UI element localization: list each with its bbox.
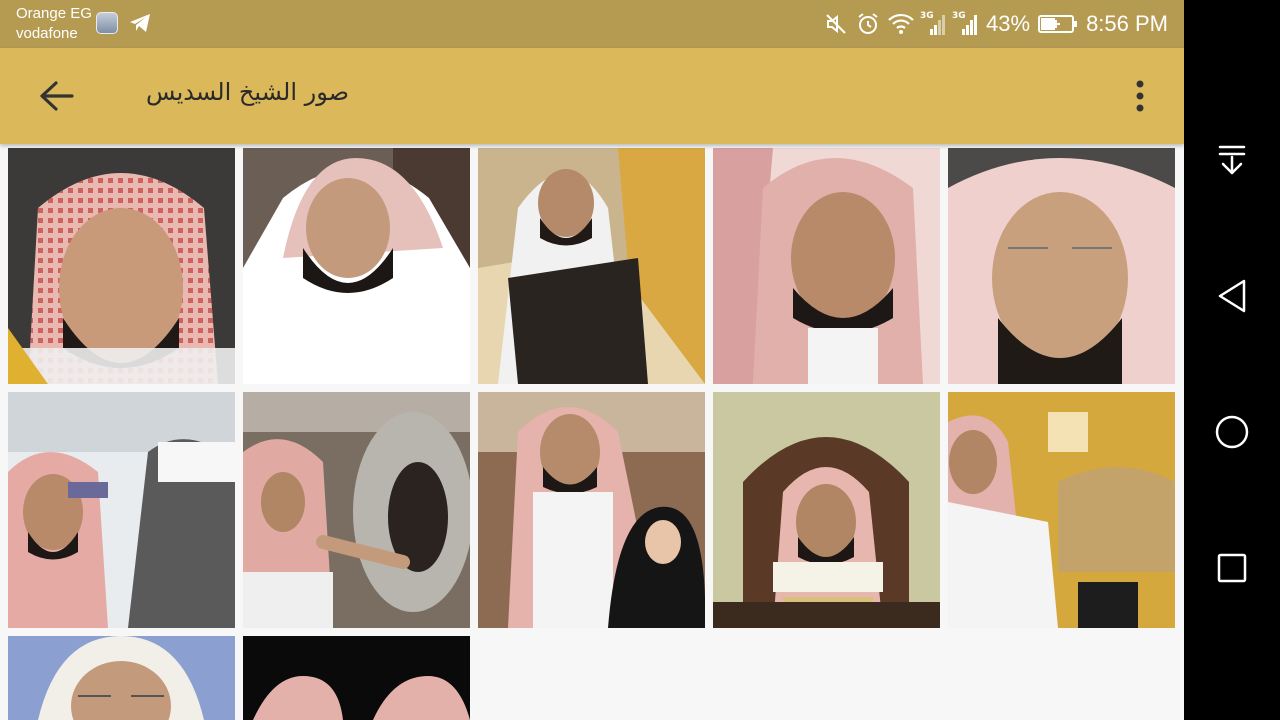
nav-home-button[interactable] [1212, 412, 1252, 452]
battery-charging-icon [1038, 15, 1078, 33]
gallery-image-3[interactable] [478, 148, 705, 384]
photo-image-7 [243, 392, 470, 628]
portrait-image-1 [8, 148, 235, 384]
portrait-image-3 [478, 148, 705, 384]
photo-image-10 [948, 392, 1175, 628]
carrier-2: vodafone [16, 25, 78, 42]
gallery-image-12[interactable] [243, 636, 470, 720]
arrow-back-icon [40, 81, 74, 111]
recents-square-icon [1217, 553, 1247, 583]
notification-collapse-icon [1218, 145, 1246, 175]
portrait-image-4 [713, 148, 940, 384]
home-circle-icon [1215, 415, 1249, 449]
gallery-image-1[interactable] [8, 148, 235, 384]
notification-collapse-button[interactable] [1212, 140, 1252, 180]
more-vert-icon [1136, 80, 1144, 112]
signal-2: 3G [952, 11, 978, 35]
gallery-image-5[interactable] [948, 148, 1175, 384]
status-icons: 3G 3G 43% 8:56 PM [824, 0, 1168, 48]
app-notification-icon [96, 12, 118, 34]
gallery-image-2[interactable] [243, 148, 470, 384]
gallery-image-11[interactable] [8, 636, 235, 720]
status-bar: Orange EG vodafone 3G 3G 43% 8:56 PM [0, 0, 1184, 48]
alarm-icon [858, 13, 878, 34]
photo-image-8 [478, 392, 705, 628]
clock: 8:56 PM [1086, 11, 1168, 36]
carrier-1: Orange EG [16, 5, 92, 22]
page-title: صور الشيخ السديس [146, 78, 350, 106]
portrait-image-2 [243, 148, 470, 384]
network-type-2: 3G [952, 11, 966, 21]
overflow-menu-button[interactable] [1120, 72, 1160, 120]
app-toolbar: صور الشيخ السديس [0, 48, 1184, 144]
telegram-icon [130, 14, 150, 32]
gallery-image-4[interactable] [713, 148, 940, 384]
back-button[interactable] [28, 72, 84, 120]
network-type-1: 3G [920, 11, 934, 21]
battery-percent: 43% [986, 11, 1031, 36]
gallery-image-9[interactable] [713, 392, 940, 628]
notification-icons [96, 12, 152, 34]
portrait-image-11 [8, 636, 235, 720]
portrait-image-12 [243, 636, 470, 720]
app-window: Orange EG vodafone 3G 3G 43% 8:56 PM صور… [0, 0, 1184, 720]
portrait-image-5 [948, 148, 1175, 384]
back-triangle-icon [1218, 279, 1246, 313]
gallery-image-10[interactable] [948, 392, 1175, 628]
photo-image-6 [8, 392, 235, 628]
nav-back-button[interactable] [1212, 276, 1252, 316]
mute-icon [826, 14, 846, 34]
photo-image-9 [713, 392, 940, 628]
signal-1: 3G [920, 11, 946, 35]
gallery-image-8[interactable] [478, 392, 705, 628]
gallery-image-7[interactable] [243, 392, 470, 628]
carrier-info: Orange EG vodafone [16, 4, 92, 44]
navigation-bar [1184, 0, 1280, 720]
wifi-icon [888, 13, 914, 34]
nav-recents-button[interactable] [1212, 548, 1252, 588]
gallery-image-6[interactable] [8, 392, 235, 628]
